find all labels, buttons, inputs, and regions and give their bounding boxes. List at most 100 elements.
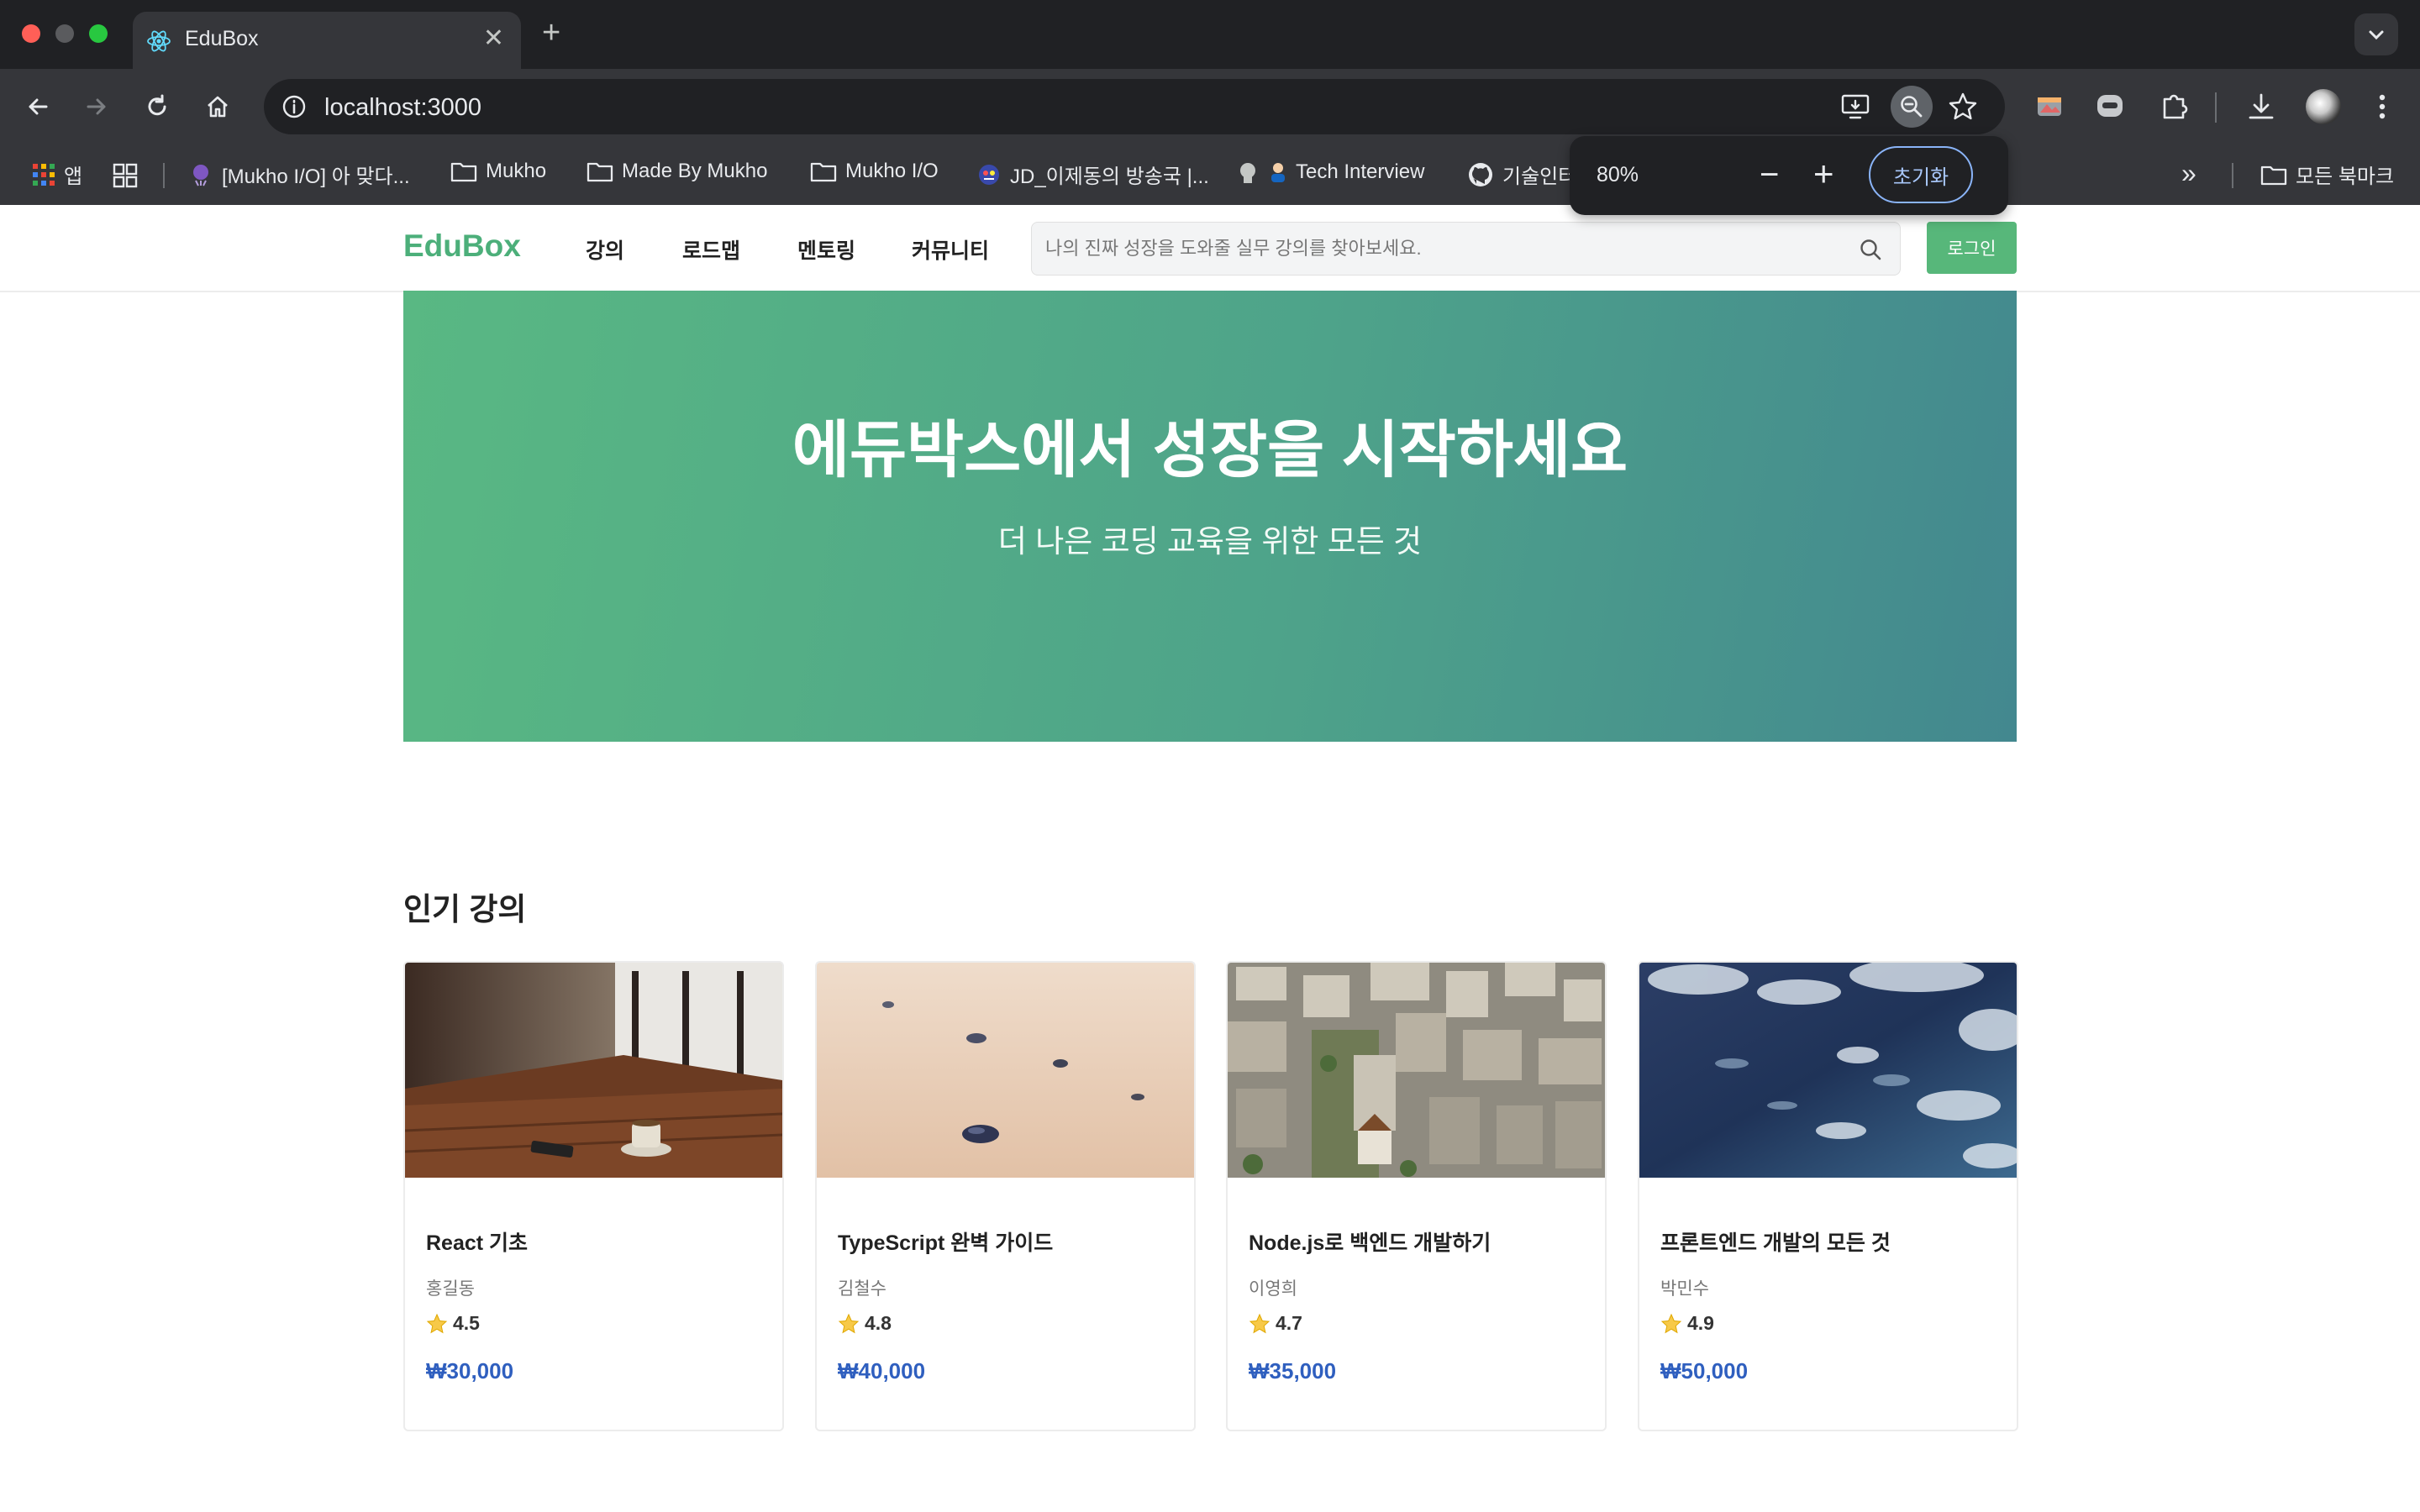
extensions-puzzle-icon[interactable] (2158, 89, 2191, 123)
download-icon[interactable] (2245, 91, 2277, 123)
course-card[interactable]: Node.js로 백엔드 개발하기 이영희 4.7 ₩35,000 (1226, 961, 1607, 1431)
bookmark-star-icon[interactable] (1948, 92, 1978, 122)
bookmark-label: Tech Interview (1296, 160, 1425, 183)
course-price: ₩40,000 (838, 1358, 926, 1383)
bookmark-folder-made-by-mukho[interactable]: Made By Mukho (587, 160, 767, 183)
course-thumbnail-image (405, 963, 782, 1178)
folder-icon (587, 162, 613, 182)
react-favicon-icon (147, 30, 171, 52)
chevron-down-icon (2369, 30, 2384, 40)
reload-button[interactable] (138, 87, 176, 126)
person-favicon-icon (1271, 163, 1285, 182)
bookmark-label: Made By Mukho (622, 160, 768, 182)
zoom-level-text: 80% (1597, 163, 1639, 186)
rating-value: 4.7 (1276, 1312, 1302, 1334)
star-icon (1249, 1313, 1270, 1333)
course-card[interactable]: TypeScript 완벽 가이드 김철수 4.8 ₩40,000 (815, 961, 1196, 1431)
extension-chat-icon[interactable] (2094, 91, 2126, 123)
popular-courses-heading: 인기 강의 (403, 892, 527, 927)
bookmark-apps[interactable]: 앱 (32, 160, 82, 189)
search-input[interactable] (1032, 223, 1839, 275)
zoom-reset-button[interactable]: 초기화 (1869, 146, 1973, 203)
browser-toolbar: localhost:3000 (0, 69, 2420, 144)
back-button[interactable] (18, 87, 57, 126)
more-bookmarks-chevron-icon[interactable]: » (2181, 158, 2196, 189)
bookmark-label: 모든 북마크 (2296, 165, 2395, 188)
install-app-icon[interactable] (1840, 92, 1870, 121)
url-text[interactable]: localhost:3000 (324, 94, 481, 122)
bookmark-tech-interview[interactable]: Tech Interview (1235, 160, 1424, 185)
site-logo[interactable]: EduBox (403, 228, 521, 264)
star-icon (426, 1313, 448, 1333)
course-thumbnail-image (817, 963, 1194, 1178)
github-icon (1469, 162, 1492, 186)
bookmark-label: 앱 (64, 165, 83, 188)
login-button[interactable]: 로그인 (1927, 222, 2017, 274)
course-price: ₩50,000 (1660, 1358, 1749, 1383)
rating-value: 4.9 (1687, 1312, 1714, 1334)
course-title[interactable]: TypeScript 완벽 가이드 (838, 1226, 1053, 1257)
all-bookmarks-button[interactable]: 모든 북마크 (2260, 160, 2394, 189)
course-card[interactable]: 프론트엔드 개발의 모든 것 박민수 4.9 ₩50,000 (1638, 961, 2018, 1431)
nav-item-mentoring[interactable]: 멘토링 (797, 234, 855, 265)
extension-photos-icon[interactable] (2033, 91, 2065, 123)
maximize-window-button[interactable] (89, 24, 108, 43)
bookmark-divider (163, 163, 165, 188)
site-info-icon[interactable] (281, 93, 308, 120)
hero-banner: 에듀박스에서 성장을 시작하세요 더 나은 코딩 교육을 위한 모든 것 (403, 291, 2017, 742)
rating-value: 4.8 (865, 1312, 892, 1334)
bookmark-mukho-io-post[interactable]: [Mukho I/O] 아 맞다... (188, 160, 410, 189)
course-card[interactable]: React 기초 홍길동 4.5 ₩30,000 (403, 961, 784, 1431)
course-rating: 4.9 (1660, 1312, 1714, 1335)
rating-value: 4.5 (453, 1312, 480, 1334)
zoom-out-button[interactable]: − (1760, 151, 1779, 198)
zoom-button[interactable] (1891, 86, 1933, 128)
tab-groups-icon[interactable] (113, 163, 138, 188)
bookmark-label: JD_이제동의 방송국 |... (1010, 165, 1209, 188)
course-thumbnail-image (1639, 963, 2017, 1178)
close-window-button[interactable] (22, 24, 40, 43)
course-price: ₩30,000 (426, 1358, 514, 1383)
course-author: 박민수 (1660, 1279, 1709, 1299)
nav-item-community[interactable]: 커뮤니티 (912, 234, 989, 265)
course-title[interactable]: Node.js로 백엔드 개발하기 (1249, 1226, 1491, 1257)
course-price: ₩35,000 (1249, 1358, 1337, 1383)
site-favicon-icon (193, 164, 208, 186)
search-icon[interactable] (1859, 238, 1882, 261)
bookmark-folder-mukho[interactable]: Mukho (450, 160, 546, 183)
folder-icon (2260, 165, 2287, 185)
tab-title: EduBox (185, 27, 259, 50)
tab-search-button[interactable] (2354, 13, 2398, 55)
bookmark-label: [Mukho I/O] 아 맞다... (222, 165, 410, 188)
bookmark-jd-broadcast[interactable]: JD_이제동의 방송국 |... (976, 160, 1209, 189)
course-rating: 4.8 (838, 1312, 892, 1335)
course-rating: 4.5 (426, 1312, 480, 1335)
course-title[interactable]: React 기초 (426, 1226, 528, 1257)
new-tab-button[interactable]: + (542, 13, 560, 52)
active-tab[interactable]: EduBox ✕ (133, 12, 521, 69)
nav-item-courses[interactable]: 강의 (586, 234, 624, 265)
arrow-right-icon (87, 98, 106, 115)
bookmark-tech-interview-github[interactable]: 기술인터 (1467, 160, 1576, 189)
more-menu-icon[interactable] (2370, 91, 2395, 123)
site-favicon-icon (979, 164, 999, 185)
apps-grid-icon (33, 163, 55, 186)
bookmark-label: 기술인터 (1502, 165, 1577, 188)
course-rating: 4.7 (1249, 1312, 1302, 1335)
nav-item-roadmap[interactable]: 로드맵 (682, 234, 740, 265)
tab-close-icon[interactable]: ✕ (483, 24, 504, 54)
reload-icon (148, 94, 166, 116)
star-icon (1660, 1313, 1682, 1333)
profile-avatar[interactable] (2306, 89, 2341, 124)
hero-subtitle: 더 나은 코딩 교육을 위한 모든 것 (997, 524, 1423, 559)
minimize-window-button[interactable] (55, 24, 74, 43)
forward-button[interactable] (77, 87, 116, 126)
site-header: EduBox 강의 로드맵 멘토링 커뮤니티 로그인 (0, 205, 2420, 292)
toolbar-divider (2215, 92, 2217, 123)
course-title[interactable]: 프론트엔드 개발의 모든 것 (1660, 1226, 1891, 1257)
address-bar[interactable]: localhost:3000 (264, 79, 2005, 134)
zoom-in-button[interactable]: + (1813, 150, 1834, 198)
home-button[interactable] (198, 87, 237, 126)
bookmark-folder-mukho-io[interactable]: Mukho I/O (810, 160, 939, 183)
hero-title: 에듀박스에서 성장을 시작하세요 (792, 415, 1628, 485)
